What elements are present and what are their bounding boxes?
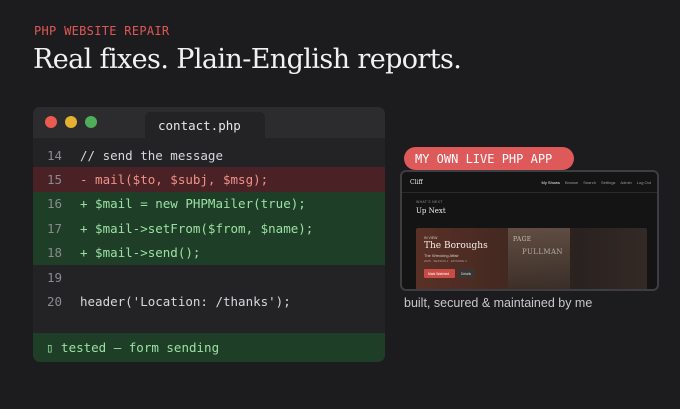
line-number: 20 bbox=[47, 294, 63, 310]
preview-hero-meta: IN VIEW bbox=[424, 236, 438, 240]
file-tab[interactable]: contact.php bbox=[145, 112, 265, 138]
line-number: 18 bbox=[47, 245, 63, 261]
line-number: 19 bbox=[47, 269, 63, 285]
line-number: 15 bbox=[47, 172, 63, 188]
code-line-added: 16 + $mail = new PHPMailer(true); bbox=[33, 191, 385, 217]
code-line-context: 14 // send the message bbox=[33, 143, 385, 167]
preview-divider bbox=[402, 192, 657, 193]
preview-section-title: Up Next bbox=[416, 207, 446, 215]
preview-hero-details: 2025 · SEASON 1 · EPISODE 4 bbox=[424, 259, 467, 263]
code-text: + $mail = new PHPMailer(true); bbox=[80, 196, 306, 212]
preview-mark-watched-button: Mark Watched bbox=[424, 269, 455, 278]
code-line-context: 20 header('Location: /thanks'); bbox=[33, 289, 385, 313]
preview-nav-links: My Shows Browse Search Settings Admin Lo… bbox=[541, 180, 651, 185]
preview-nav-link: Search bbox=[583, 180, 596, 185]
test-status-bar: ▯ tested — form sending bbox=[33, 333, 385, 362]
window-minimize-dot[interactable] bbox=[65, 116, 77, 128]
preview-nav-link: Log Out bbox=[636, 180, 651, 185]
code-text: - mail($to, $subj, $msg); bbox=[80, 172, 269, 188]
code-body: 14 // send the message 15 - mail($to, $subj… bbox=[33, 143, 385, 314]
live-app-pill: MY OWN LIVE PHP APP bbox=[404, 147, 574, 170]
eyebrow-label: PHP WEBSITE REPAIR bbox=[34, 24, 170, 38]
line-number: 14 bbox=[47, 147, 63, 163]
editor-titlebar: contact.php bbox=[33, 107, 385, 138]
line-number: 16 bbox=[47, 196, 63, 212]
preview-section-eyebrow: WHAT'S NEXT bbox=[416, 200, 443, 204]
code-line-added: 18 + $mail->send(); bbox=[33, 240, 385, 265]
window-zoom-dot[interactable] bbox=[85, 116, 97, 128]
preview-poster-text: PULLMAN bbox=[522, 248, 563, 256]
code-line-context: 19 bbox=[33, 265, 385, 289]
code-text: header('Location: /thanks'); bbox=[80, 294, 291, 310]
preview-nav: Cliff My Shows Browse Search Settings Ad… bbox=[410, 179, 651, 189]
code-line-removed: 15 - mail($to, $subj, $msg); bbox=[33, 167, 385, 192]
preview-nav-link: Admin bbox=[620, 180, 632, 185]
preview-hero-subtitle: The Wrecking Affair bbox=[424, 253, 459, 258]
preview-hero-card: PAGE PULLMAN IN VIEW The Boroughs The Wr… bbox=[416, 228, 647, 289]
preview-poster-text: PAGE bbox=[513, 236, 532, 243]
preview-logo: Cliff bbox=[410, 179, 423, 186]
window-close-dot[interactable] bbox=[45, 116, 57, 128]
line-number: 17 bbox=[47, 220, 63, 236]
app-preview-screenshot[interactable]: Cliff My Shows Browse Search Settings Ad… bbox=[400, 170, 659, 291]
preview-nav-link: Settings bbox=[600, 180, 616, 185]
preview-details-button: Details bbox=[458, 269, 475, 278]
code-line-added: 17 + $mail->setFrom($from, $name); bbox=[33, 216, 385, 241]
preview-poster: PAGE PULLMAN bbox=[508, 228, 570, 289]
preview-caption: built, secured & maintained by me bbox=[404, 296, 593, 310]
page-headline: Real fixes. Plain-English reports. bbox=[33, 44, 462, 75]
preview-nav-link: My Shows bbox=[541, 180, 560, 185]
preview-hero-title: The Boroughs bbox=[424, 241, 488, 251]
code-text: // send the message bbox=[80, 147, 223, 163]
code-text: + $mail->send(); bbox=[80, 245, 201, 261]
code-editor-window: contact.php 14 // send the message 15 - mai… bbox=[33, 107, 385, 362]
code-text: + $mail->setFrom($from, $name); bbox=[80, 220, 314, 236]
preview-nav-link: Browse bbox=[564, 180, 579, 185]
